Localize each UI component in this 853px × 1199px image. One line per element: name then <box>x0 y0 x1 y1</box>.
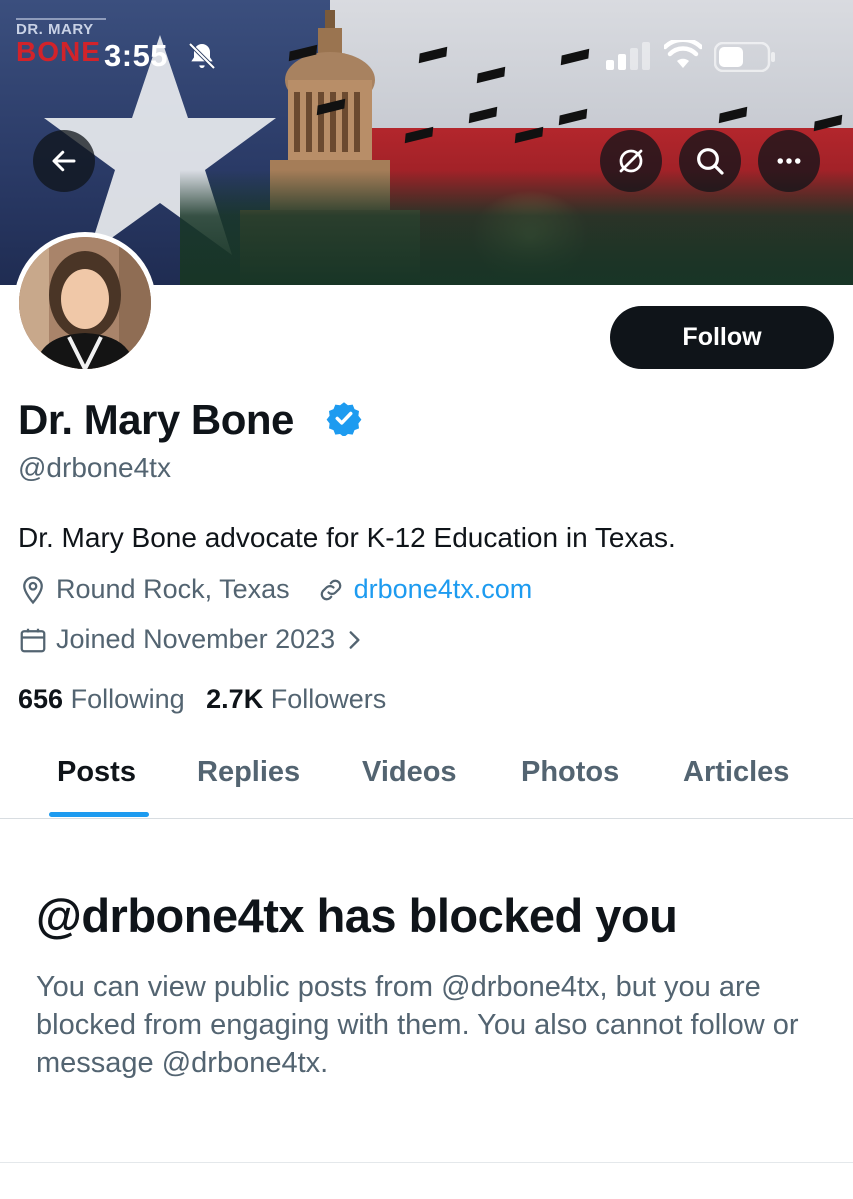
profile-joined-date: Joined November 2023 <box>56 624 336 654</box>
link-icon <box>320 579 341 600</box>
profile-bio: Dr. Mary Bone advocate for K-12 Educatio… <box>18 522 676 553</box>
active-tab-indicator <box>49 812 149 817</box>
tab-posts[interactable]: Posts <box>57 756 136 789</box>
following-link[interactable]: 656 Following <box>18 684 185 714</box>
more-button[interactable] <box>758 130 820 192</box>
campaign-logo: DR. MARY BONE <box>16 14 106 67</box>
follow-button[interactable]: Follow <box>610 306 834 369</box>
followers-label: Followers <box>270 684 387 714</box>
wifi-icon <box>664 40 702 68</box>
bell-slash-icon <box>188 42 216 70</box>
back-arrow-icon <box>52 150 76 172</box>
profile-website-link[interactable]: drbone4tx.com <box>354 574 533 605</box>
profile-handle: @drbone4tx <box>18 452 171 483</box>
tab-replies[interactable]: Replies <box>197 756 300 789</box>
grok-icon <box>619 149 643 173</box>
tab-photos[interactable]: Photos <box>521 756 619 789</box>
status-time: 3:55 <box>104 38 169 73</box>
battery-icon <box>714 42 775 72</box>
profile-location: Round Rock, Texas <box>56 574 290 604</box>
search-button[interactable] <box>679 130 741 192</box>
tab-articles[interactable]: Articles <box>683 756 789 789</box>
logo-text-bottom: BONE <box>16 36 101 67</box>
following-label: Following <box>70 684 185 714</box>
blocked-notice-body: You can view public posts from @drbone4t… <box>36 971 799 1079</box>
tab-videos[interactable]: Videos <box>362 756 457 789</box>
followers-link[interactable]: 2.7K Followers <box>206 684 386 714</box>
divider <box>0 1162 853 1163</box>
calendar-icon <box>20 628 46 652</box>
graduates-crowd-image <box>180 170 853 285</box>
chevron-right-icon <box>349 630 360 649</box>
profile-tabs: Posts Replies Videos Photos Articles <box>0 740 853 819</box>
cellular-signal-icon <box>606 42 650 70</box>
avatar[interactable] <box>14 232 156 374</box>
avatar-photo <box>19 237 151 369</box>
verified-badge-icon <box>326 402 362 436</box>
followers-count: 2.7K <box>206 684 264 714</box>
location-pin-icon <box>23 575 43 604</box>
display-name: Dr. Mary Bone <box>18 396 294 443</box>
grok-button[interactable] <box>600 130 662 192</box>
avatar-portrait <box>19 237 151 369</box>
search-icon <box>697 148 724 175</box>
blocked-notice-title: @drbone4tx has blocked you <box>36 889 678 942</box>
profile-meta-location-row: Round Rock, Texas drbone4tx.com <box>18 574 532 605</box>
back-button[interactable] <box>33 130 95 192</box>
profile-joined-row[interactable]: Joined November 2023 <box>18 624 375 655</box>
follow-counts: 656 Following 2.7K Followers <box>18 684 386 715</box>
more-icon <box>777 158 801 164</box>
following-count: 656 <box>18 684 64 714</box>
